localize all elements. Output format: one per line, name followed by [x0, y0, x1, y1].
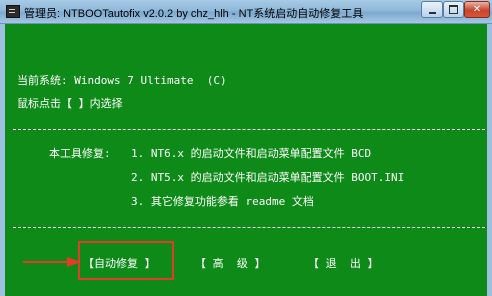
advanced-button[interactable]: 【 高 级 】 [195, 255, 266, 271]
fix-item-1: 1. NT6.x 的启动文件和启动菜单配置文件 BCD [131, 147, 372, 160]
selection-prompt: 鼠标点击【 】内选择 [17, 97, 123, 110]
current-system-line: 当前系统: Windows 7 Ultimate (C) [17, 74, 227, 87]
minimize-icon [428, 11, 436, 14]
maximize-icon [449, 5, 458, 14]
window-title: 管理员: NTBOOTautofix v2.0.2 by chz_hlh - N… [24, 8, 364, 20]
title-bar[interactable]: 管理员: NTBOOTautofix v2.0.2 by chz_hlh - N… [0, 0, 492, 24]
auto-fix-button[interactable]: 【自动修复 】 [83, 255, 156, 271]
console-app-icon [6, 5, 20, 18]
red-arrow-icon [23, 257, 81, 267]
close-button[interactable]: ✕ [464, 1, 490, 18]
console-area: 当前系统: Windows 7 Ultimate (C) 鼠标点击【 】内选择 … [5, 24, 487, 296]
fix-item-3: 3. 其它修复功能参看 readme 文档 [131, 195, 314, 208]
window-frame-right [487, 24, 492, 296]
fix-intro-label: 本工具修复: [49, 147, 111, 160]
maximize-button[interactable] [443, 1, 464, 18]
fix-item-2: 2. NT5.x 的启动文件和启动菜单配置文件 BOOT.INI [131, 171, 405, 184]
exit-button[interactable]: 【 退 出 】 [308, 255, 379, 271]
minimize-button[interactable] [421, 1, 443, 18]
close-icon: ✕ [472, 4, 482, 15]
separator-bottom [13, 227, 485, 228]
separator-top [13, 129, 485, 130]
